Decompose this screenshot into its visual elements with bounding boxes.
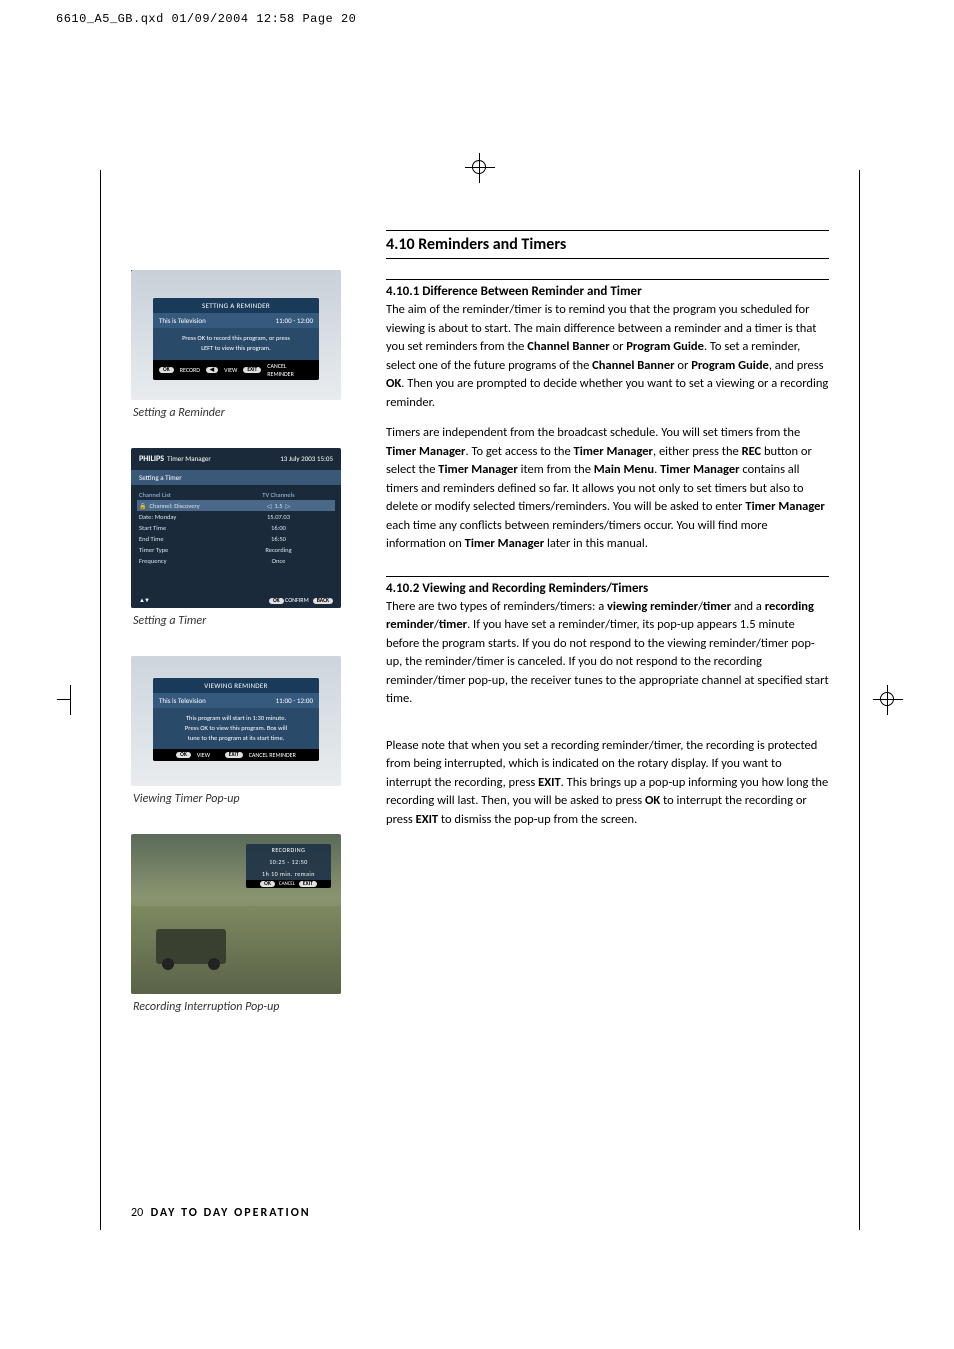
ok-pill-icon: OK (176, 752, 191, 758)
col-header: Channel List (139, 491, 224, 499)
timer-field-value: Recording (224, 546, 333, 554)
timer-field-label: End Time (139, 535, 224, 543)
osd-body-text: This program will start in 1:30 minute. (161, 714, 311, 724)
registration-mark-icon (465, 153, 495, 183)
osd-title: RECORDING (246, 844, 331, 856)
text-column: 4.10 Reminders and Timers 4.10.1 Differe… (376, 230, 829, 1210)
registration-mark-icon (873, 685, 903, 715)
exit-pill-icon: EXIT (225, 752, 243, 758)
timer-field-value: Once (224, 557, 333, 565)
ok-pill-icon: OK (159, 367, 174, 373)
figure-caption: Viewing Timer Pop-up (131, 792, 351, 806)
figure-setting-reminder: SETTING A REMINDER This is Television 11… (131, 270, 341, 400)
figure-caption: Setting a Timer (131, 614, 351, 628)
timer-field-value: 1.5 (224, 502, 333, 510)
osd-body-text: LEFT to view this program. (161, 344, 311, 354)
timer-field-label: Frequency (139, 557, 224, 565)
body-paragraph: Timers are independent from the broadcas… (386, 424, 829, 554)
figure-recording-interruption-popup: RECORDING 10:25 - 12:50 1h 10 min. remai… (131, 834, 341, 994)
ok-pill-icon: OK (260, 881, 275, 887)
figures-column: SETTING A REMINDER This is Television 11… (131, 230, 376, 1210)
osd-action-label: RECORD (180, 366, 200, 374)
figure-caption: Recording Interruption Pop-up (131, 1000, 351, 1014)
exit-pill-icon: EXIT (299, 881, 317, 887)
osd-action-label: CANCEL (279, 881, 295, 887)
osd-channel-name: This is Television (159, 316, 206, 325)
page-number: 20 (131, 1206, 143, 1220)
body-paragraph: Please note that when you set a recordin… (386, 737, 829, 830)
figure-caption: Setting a Reminder (131, 406, 351, 420)
osd-action-label: CONFIRM (285, 596, 309, 604)
osd-body-text: Press OK to record this program, or pres… (161, 334, 311, 344)
osd-body-text: tune to the program at its start time. (161, 734, 311, 744)
osd-action-label: CANCEL REMINDER (267, 362, 313, 378)
col-header: TV Channels (224, 491, 333, 499)
osd-action-label: VIEW (224, 366, 237, 374)
crop-mark-icon (57, 685, 71, 715)
timer-field-value: 16:50 (224, 535, 333, 543)
osd-title: VIEWING REMINDER (153, 678, 319, 693)
prepress-header: 6610_A5_GB.qxd 01/09/2004 12:58 Page 20 (56, 12, 356, 26)
timer-field-label: Channel: Discovery (139, 502, 224, 510)
body-paragraph: The aim of the reminder/timer is to remi… (386, 301, 829, 412)
scene-vehicle-icon (156, 929, 226, 964)
figure-setting-timer: PHILIPS Timer Manager 13 July 2003 15:05… (131, 448, 341, 608)
osd-action-label: VIEW (197, 751, 210, 759)
osd-time-range: 11:00 - 12:00 (276, 316, 313, 325)
section-heading: 4.10 Reminders and Timers (386, 230, 829, 259)
osd-channel-name: This is Television (159, 696, 206, 705)
recording-popup: RECORDING 10:25 - 12:50 1h 10 min. remai… (246, 844, 331, 888)
left-pill-icon: ◀ (206, 367, 218, 373)
timer-field-label: Timer Type (139, 546, 224, 554)
timer-field-value: 16:00 (224, 524, 333, 532)
osd-action-label: CANCEL REMINDER (249, 751, 296, 759)
body-paragraph: There are two types of reminders/timers:… (386, 598, 829, 709)
subsection-heading: 4.10.2 Viewing and Recording Reminders/T… (386, 576, 829, 596)
osd-body-text: Press OK to view this program. Box will (161, 724, 311, 734)
timer-field-label: Date: Monday (139, 513, 224, 521)
osd-time-range: 10:25 - 12:50 (246, 856, 331, 868)
brand-label: PHILIPS (139, 454, 164, 464)
section-name: DAY TO DAY OPERATION (146, 1206, 311, 1220)
page-footer: 20 DAY TO DAY OPERATION (131, 1206, 311, 1220)
app-name: Timer Manager (167, 454, 211, 463)
timer-field-label: Start Time (139, 524, 224, 532)
back-pill-icon: BACK (313, 598, 333, 604)
osd-time-range: 11:00 - 12:00 (276, 696, 313, 705)
subsection-heading: 4.10.1 Difference Between Reminder and T… (386, 279, 829, 299)
osd-subtitle: Setting a Timer (131, 470, 341, 485)
osd-remaining: 1h 10 min. remain (246, 868, 331, 880)
exit-pill-icon: EXIT (243, 367, 261, 373)
timer-field-value: 15.07.03 (224, 513, 333, 521)
nav-arrows-icon (139, 596, 149, 604)
ok-pill-icon: OK (269, 598, 284, 604)
figure-viewing-timer-popup: VIEWING REMINDER This is Television 11:0… (131, 656, 341, 786)
osd-datetime: 13 July 2003 15:05 (280, 454, 333, 463)
page-frame: English SETTING A REMINDER This is Telev… (100, 170, 860, 1230)
osd-title: SETTING A REMINDER (153, 298, 319, 313)
